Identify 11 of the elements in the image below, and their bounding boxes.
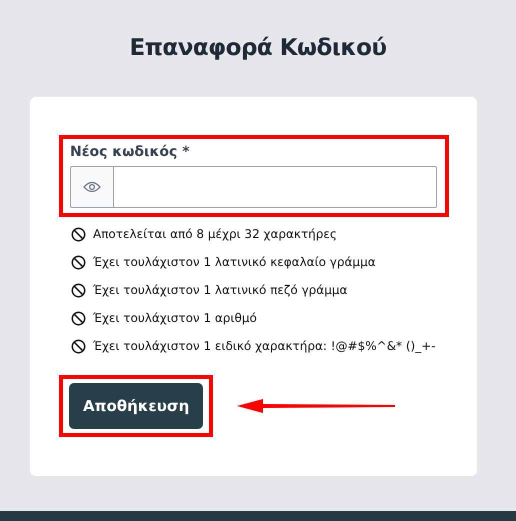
rule-text: Αποτελείται από 8 μέχρι 32 χαρακτήρες xyxy=(93,226,337,243)
eye-icon xyxy=(83,181,101,193)
field-label: Νέος κωδικός * xyxy=(70,143,191,162)
rule-text: Έχει τουλάχιστον 1 λατινικό πεζό γράμμα xyxy=(93,282,348,299)
rule-text: Έχει τουλάχιστον 1 ειδικό χαρακτήρα: !@#$%^&* ()_+- xyxy=(93,338,436,355)
password-field[interactable] xyxy=(114,166,437,208)
page-title: Επαναφορά Κωδικού xyxy=(128,34,388,63)
rule-text: Έχει τουλάχιστον 1 αριθμό xyxy=(93,310,257,327)
save-button[interactable]: Αποθήκευση xyxy=(69,383,204,429)
show-password-button[interactable] xyxy=(70,166,114,208)
rule-text: Έχει τουλάχιστον 1 λατινικό κεφαλαίο γράμμα xyxy=(93,254,376,271)
